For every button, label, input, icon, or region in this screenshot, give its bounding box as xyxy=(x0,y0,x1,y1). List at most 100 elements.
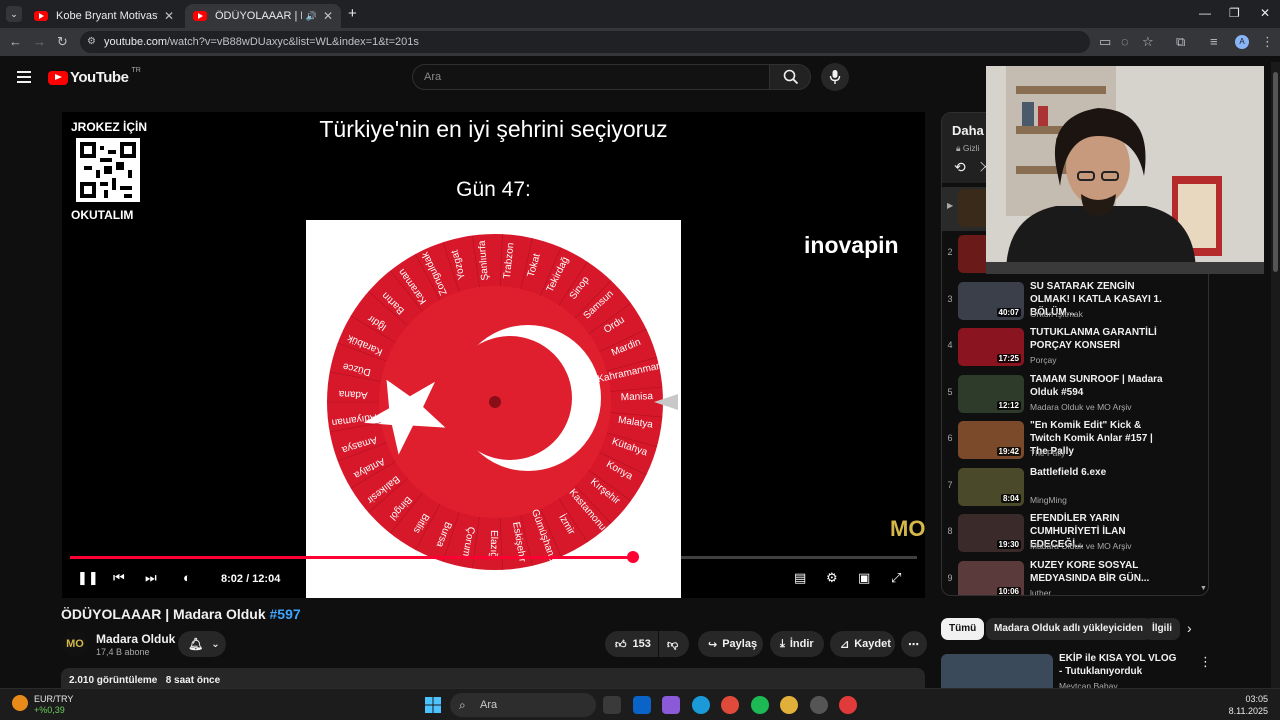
wheel-city-label: Adana xyxy=(338,388,368,401)
browser-tab-1[interactable]: Kobe Bryant Motivasyonu ve M ✕ xyxy=(26,4,182,28)
scrollbar-thumb[interactable] xyxy=(1273,72,1278,272)
playlist-item[interactable]: 6 19:42 "En Komik Edit" Kick & Twitch Komi… xyxy=(942,419,1202,465)
chrome-active-icon[interactable] xyxy=(780,696,798,714)
miniplayer-icon[interactable]: ▣ xyxy=(858,570,870,586)
download-icon: ⤓ xyxy=(780,637,785,650)
extensions-icon[interactable]: ⧉ xyxy=(1176,34,1185,50)
media-controls-icon[interactable]: ≡ xyxy=(1210,34,1218,49)
recommended-title: EKİP ile KISA YOL VLOG - Tutuklanıyorduk xyxy=(1059,653,1177,677)
chevron-right-icon[interactable]: › xyxy=(1187,620,1192,636)
next-icon[interactable]: ⏭ xyxy=(145,570,157,586)
thumbs-up-icon: 👍︎ xyxy=(615,638,627,651)
copilot-icon[interactable] xyxy=(662,696,680,714)
tab-strip: ⌄ Kobe Bryant Motivasyonu ve M ✕ ÖDÜYOLA… xyxy=(0,0,1280,28)
speaker-icon[interactable]: 🔊 xyxy=(306,11,317,22)
channel-watermark: MO xyxy=(890,516,925,541)
video-overlay-title: Türkiye'nin en iyi şehrini seçiyoruz xyxy=(319,116,668,142)
more-vertical-icon[interactable]: ⋮ xyxy=(1199,654,1212,670)
download-button[interactable]: ⤓ İndir xyxy=(770,631,824,657)
restore-icon[interactable]: ❐ xyxy=(1229,6,1240,20)
playlist-item-channel: MingMing xyxy=(1030,494,1067,505)
progress-played xyxy=(70,556,634,559)
channel-name[interactable]: Madara Olduk xyxy=(96,632,175,646)
close-tab-icon[interactable]: ✕ xyxy=(323,9,333,23)
recording-app-icon[interactable] xyxy=(839,696,857,714)
pause-icon[interactable]: ❚❚ xyxy=(77,570,99,586)
notification-bell-button[interactable]: 🔔︎ ⌄ xyxy=(178,631,226,657)
playlist-item[interactable]: 8 19:30 EFENDİLER YARIN CUMHURİYETİ İLAN E… xyxy=(942,512,1202,558)
search-icon xyxy=(783,69,799,85)
save-button[interactable]: ⊿ Kaydet xyxy=(830,631,895,657)
privacy-badge: 🔒︎ Gizli xyxy=(956,143,979,154)
share-icon: ↪ xyxy=(708,638,718,651)
webcam-overlay xyxy=(986,66,1264,274)
youtube-logo[interactable]: YouTube TR xyxy=(48,67,141,86)
volume-icon[interactable]: ◐ xyxy=(183,570,191,585)
scroll-down-icon[interactable]: ▼ xyxy=(1200,585,1207,592)
loop-icon[interactable]: ⟲ xyxy=(954,159,966,176)
qr-caption-bottom: OKUTALIM xyxy=(71,208,134,222)
file-explorer-icon[interactable] xyxy=(603,696,621,714)
settings-gear-icon[interactable]: ⚙ xyxy=(826,570,838,586)
search-input[interactable]: Ara xyxy=(412,64,770,90)
page-scrollbar[interactable] xyxy=(1271,62,1280,688)
chip-all[interactable]: Tümü xyxy=(941,618,985,640)
bookmark-star-icon[interactable]: ☆ xyxy=(1142,34,1154,50)
address-bar[interactable]: ⚙ youtube.com/watch?v=vB88wDUaxyc&list=W… xyxy=(80,31,1090,53)
profile-avatar[interactable]: A xyxy=(1235,35,1249,49)
channel-avatar[interactable]: MO xyxy=(62,631,88,657)
lock-icon: 🔒︎ xyxy=(956,143,961,153)
view-count: 2.010 görüntüleme xyxy=(69,675,158,686)
playlist-item[interactable]: 7 8:04 Battlefield 6.exe MingMing xyxy=(942,466,1202,512)
tab-search-button[interactable]: ⌄ xyxy=(6,6,22,22)
progress-bar[interactable] xyxy=(70,551,917,563)
playlist-item-index: 3 xyxy=(947,293,953,304)
playlist-item[interactable]: 9 10:06 KUZEY KORE SOSYAL MEDYASINDA BİR G… xyxy=(942,559,1202,595)
system-clock[interactable]: 03:05 8.11.2025 xyxy=(1229,693,1268,717)
chip-related[interactable]: İlgili xyxy=(1144,618,1180,640)
close-tab-icon[interactable]: ✕ xyxy=(164,9,174,23)
new-tab-button[interactable]: + xyxy=(348,5,357,22)
outlook-icon[interactable] xyxy=(633,696,651,714)
ticker-pair: EUR/TRY xyxy=(34,694,74,704)
subtitles-icon[interactable]: ▤ xyxy=(794,570,806,586)
close-window-icon[interactable]: ✕ xyxy=(1260,6,1270,20)
browser-tab-2[interactable]: ÖDÜYOLAAAR | Madara Ol 🔊 ✕ xyxy=(185,4,341,28)
voice-search-button[interactable] xyxy=(821,63,849,91)
thumbs-down-icon: 👎︎ xyxy=(667,638,679,651)
search-button[interactable] xyxy=(769,64,811,90)
playlist-item[interactable]: 3 40:07 SU SATARAK ZENGİN OLMAK! I KATLA K… xyxy=(942,280,1202,326)
playlist-item[interactable]: 4 17:25 TUTUKLANMA GARANTİLİ PORÇAY KONSER… xyxy=(942,326,1202,372)
edge-icon[interactable] xyxy=(692,696,710,714)
windows-start-icon[interactable] xyxy=(425,697,441,713)
video-player[interactable]: JROKEZ İÇİN OKUTALIM Türkiye'nin en iyi … xyxy=(62,112,925,598)
cast-icon[interactable]: ▭ xyxy=(1099,34,1111,50)
tab-title: Kobe Bryant Motivasyonu ve M xyxy=(56,10,158,22)
stock-ticker-widget[interactable]: EUR/TRY +%0,39 xyxy=(34,694,73,716)
like-button[interactable]: 👍︎ 153 xyxy=(605,631,658,657)
previous-icon[interactable]: ⏮ xyxy=(113,570,125,586)
weather-widget-icon[interactable] xyxy=(12,695,28,711)
youtube-favicon-icon xyxy=(193,11,207,21)
obs-icon[interactable] xyxy=(810,696,828,714)
chrome-icon[interactable] xyxy=(721,696,739,714)
dislike-button[interactable]: 👎︎ xyxy=(659,631,689,657)
site-info-icon[interactable]: ⚙ xyxy=(87,31,96,53)
more-actions-button[interactable]: ⋯ xyxy=(901,631,927,657)
playlist-item[interactable]: 5 12:12 TAMAM SUNROOF | Madara Olduk #594 M… xyxy=(942,373,1202,419)
fullscreen-icon[interactable]: ⤢ xyxy=(891,570,901,586)
wheel-city-label: Elazığ xyxy=(488,530,499,558)
share-button[interactable]: ↪ Paylaş xyxy=(698,631,763,657)
hamburger-menu-icon[interactable] xyxy=(17,71,31,83)
minimize-icon[interactable]: — xyxy=(1199,6,1211,20)
back-icon[interactable]: ← xyxy=(9,34,22,49)
eye-off-icon[interactable]: ◌ xyxy=(1121,34,1129,49)
city-spin-wheel: ManisaMalatyaKütahyaKonyaKırşehirKastamo… xyxy=(327,234,678,570)
video-hashtag[interactable]: #597 xyxy=(270,606,301,622)
more-menu-icon[interactable]: ⋮ xyxy=(1261,34,1274,50)
chip-from-uploader[interactable]: Madara Olduk adlı yükleyiciden xyxy=(986,618,1151,640)
taskbar-search-box[interactable]: ⌕ Ara xyxy=(450,693,596,717)
reload-icon[interactable]: ↻ xyxy=(57,34,68,50)
forward-icon[interactable]: → xyxy=(33,34,46,49)
spotify-icon[interactable] xyxy=(751,696,769,714)
